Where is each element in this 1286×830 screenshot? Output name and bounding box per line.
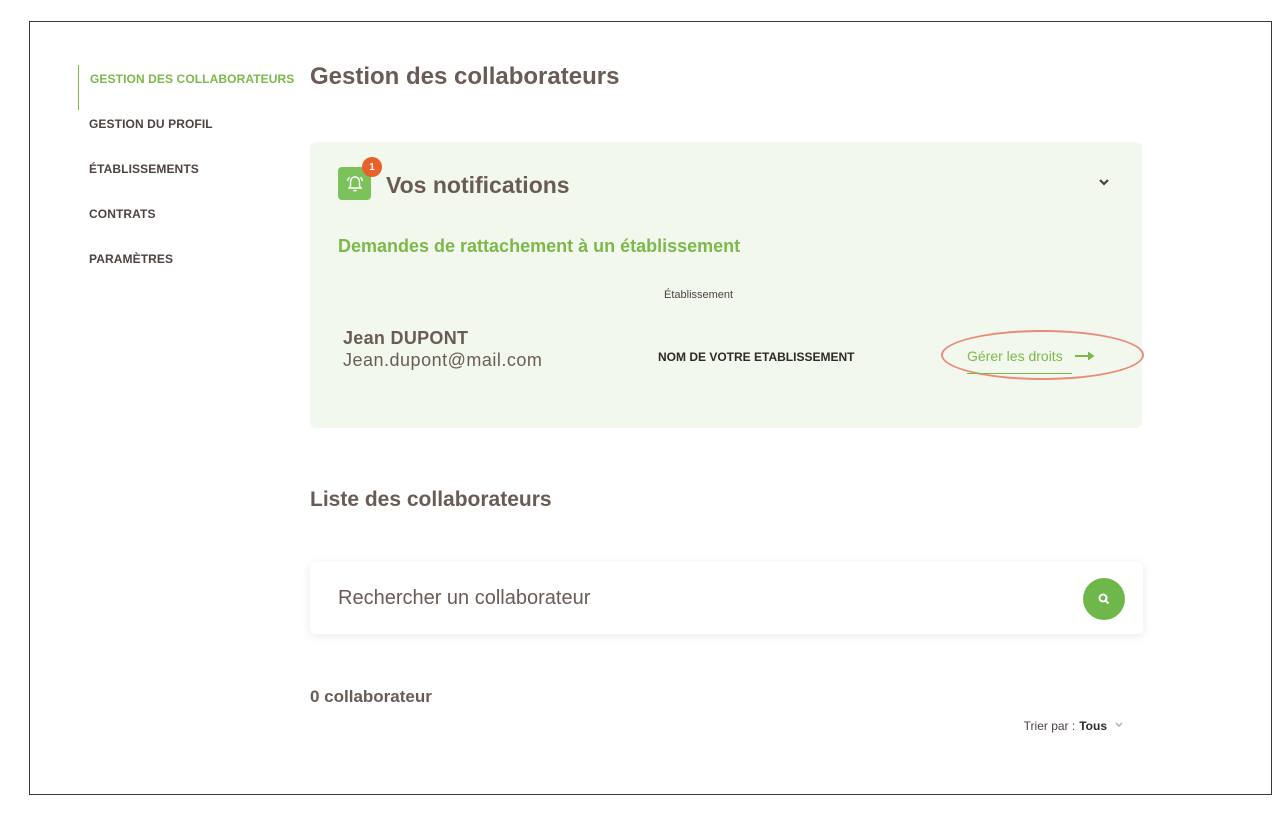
notifications-card: 1 Vos notifications Demandes de rattache… <box>310 142 1144 428</box>
page-title: Gestion des collaborateurs <box>310 63 620 90</box>
sidebar-item-contracts[interactable]: CONTRATS <box>78 200 288 245</box>
notifications-subtitle: Demandes de rattachement à un établissem… <box>338 236 741 256</box>
establishment-column-header: Établissement <box>664 289 734 301</box>
chevron-down-icon[interactable] <box>1096 174 1112 190</box>
link-underline <box>967 373 1072 374</box>
search-bar <box>310 562 1143 634</box>
collaborators-list-title: Liste des collaborateurs <box>310 488 552 511</box>
sidebar-item-collaborators[interactable]: GESTION DES COLLABORATEURS <box>78 65 294 110</box>
search-input[interactable] <box>338 578 1038 618</box>
sort-label: Trier par : <box>1023 719 1076 733</box>
notifications-title: Vos notifications <box>386 172 570 198</box>
sidebar-item-profile[interactable]: GESTION DU PROFIL <box>78 110 288 155</box>
requester-name: Jean DUPONT <box>343 328 469 348</box>
sidebar-item-settings[interactable]: PARAMÈTRES <box>78 245 288 290</box>
search-button[interactable] <box>1083 578 1125 620</box>
sort-dropdown[interactable]: Trier par : Tous <box>1024 719 1127 733</box>
collaborator-count: 0 collaborateur <box>310 687 432 706</box>
sidebar-item-establishments[interactable]: ÉTABLISSEMENTS <box>78 155 288 200</box>
search-icon <box>1098 593 1110 605</box>
manage-rights-label: Gérer les droits <box>967 348 1063 364</box>
chevron-down-icon <box>1115 722 1123 727</box>
arrow-right-icon <box>1074 351 1095 361</box>
app-window: GESTION DES COLLABORATEURS GESTION DU PR… <box>29 21 1272 795</box>
manage-rights-link[interactable]: Gérer les droits <box>967 348 1095 374</box>
establishment-name: NOM DE VOTRE ETABLISSEMENT <box>658 350 855 364</box>
notification-count-badge: 1 <box>362 157 382 177</box>
requester-email: Jean.dupont@mail.com <box>343 350 543 370</box>
sidebar: GESTION DES COLLABORATEURS GESTION DU PR… <box>78 65 294 290</box>
sort-value: Tous <box>1079 719 1107 733</box>
